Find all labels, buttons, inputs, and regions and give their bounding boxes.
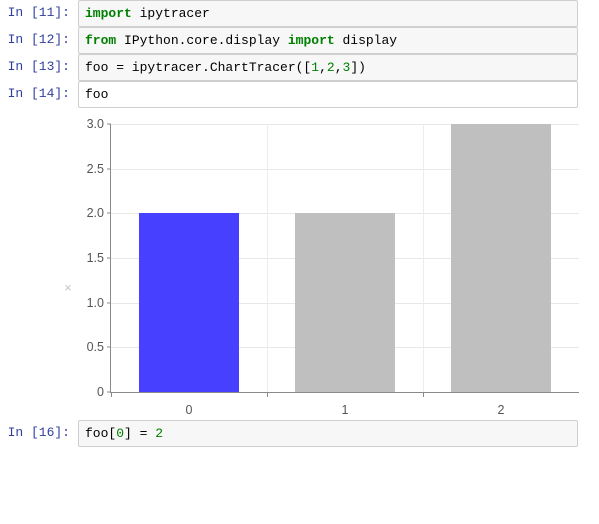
x-axis-tick-mark [423, 392, 424, 397]
token-kw: import [85, 6, 132, 21]
cell-prompt-label: In [14]: [7, 86, 70, 101]
bar-chart: 0 0.5 1.0 1.5 2.0 2.5 3.0 0 1 2 [0, 110, 599, 420]
x-axis-tick-label: 1 [341, 403, 349, 417]
chart-gridline-vertical [423, 124, 424, 392]
token-plain: IPython.core.display [116, 33, 288, 48]
token-plain: ]) [350, 60, 366, 75]
token-num: 2 [155, 426, 164, 441]
chart-plot-area: 0 0.5 1.0 1.5 2.0 2.5 3.0 0 1 2 [87, 117, 579, 417]
token-num: 2 [326, 60, 335, 75]
x-axis-tick-label: 0 [185, 403, 193, 417]
code-input-bottom-0[interactable]: foo[0] = 2 [78, 420, 578, 447]
y-axis-tick-label: 1.5 [86, 251, 104, 265]
cell-output-area: × 0 0.5 1.0 1.5 2.0 2.5 3.0 0 1 2 [0, 110, 599, 420]
notebook-cell: In [14]: foo [0, 81, 599, 108]
x-axis-tick-label: 2 [497, 403, 505, 417]
y-axis-tick-mark [107, 346, 111, 348]
y-axis-tick-mark [107, 302, 111, 304]
y-axis-tick-label: 2.5 [86, 161, 104, 176]
y-axis-tick-label: 0.5 [86, 340, 104, 355]
token-kw: import [287, 33, 335, 48]
token-plain: ] = [124, 426, 156, 441]
x-axis-tick-mark [267, 392, 268, 397]
token-plain: , [319, 60, 327, 75]
y-axis-tick-mark [107, 212, 111, 214]
notebook-cell-list-bottom: In [16]: foo[0] = 2 [0, 420, 599, 447]
token-kw: from [85, 33, 117, 48]
token-num: 1 [311, 60, 320, 75]
notebook-cell-list: In [11]: import ipytracer In [12]: from IPy… [0, 0, 599, 108]
x-axis-tick-mark [111, 392, 112, 397]
y-axis-tick-label: 1.0 [86, 295, 104, 310]
cell-prompt-label: In [11]: [7, 5, 70, 20]
chart-bar-0 [139, 213, 239, 392]
code-text: from IPython.core.display import display [85, 32, 571, 49]
code-text: foo = ipytracer.ChartTracer([1,2,3]) [85, 59, 571, 76]
y-axis-tick-mark [107, 257, 111, 259]
code-text: foo [85, 86, 571, 103]
code-input-top-1[interactable]: from IPython.core.display import display [78, 27, 578, 54]
token-plain: foo = ipytracer.ChartTracer([ [85, 60, 312, 75]
code-input-top-0[interactable]: import ipytracer [78, 0, 578, 27]
chart-bar-1 [295, 213, 395, 392]
token-num: 0 [116, 426, 125, 441]
y-axis-tick-mark [107, 123, 111, 125]
token-plain: display [334, 33, 398, 48]
notebook-cell: In [12]: from IPython.core.display import… [0, 27, 599, 54]
token-plain: ipytracer [131, 6, 210, 21]
cell-prompt-label: In [12]: [7, 32, 70, 47]
token-plain: foo[ [85, 426, 117, 441]
notebook-cell: In [16]: foo[0] = 2 [0, 420, 599, 447]
code-text: import ipytracer [85, 5, 571, 22]
cell-prompt-label: In [13]: [7, 59, 70, 74]
chart-bar-2 [451, 124, 551, 392]
code-text: foo[0] = 2 [85, 425, 571, 442]
code-input-top-2[interactable]: foo = ipytracer.ChartTracer([1,2,3]) [78, 54, 578, 81]
y-axis-tick-label: 2.0 [86, 206, 104, 221]
y-axis-tick-label: 0 [97, 385, 104, 399]
notebook-cell: In [11]: import ipytracer [0, 0, 599, 27]
notebook-cell: In [13]: foo = ipytracer.ChartTracer([1,2… [0, 54, 599, 81]
y-axis-tick-label: 3.0 [86, 117, 104, 131]
y-axis-tick-mark [107, 168, 111, 170]
code-input-top-3[interactable]: foo [78, 81, 578, 108]
token-plain: , [334, 60, 343, 75]
chart-gridline-vertical [267, 124, 268, 392]
token-plain: foo [85, 87, 109, 102]
cell-prompt-label: In [16]: [7, 425, 70, 440]
